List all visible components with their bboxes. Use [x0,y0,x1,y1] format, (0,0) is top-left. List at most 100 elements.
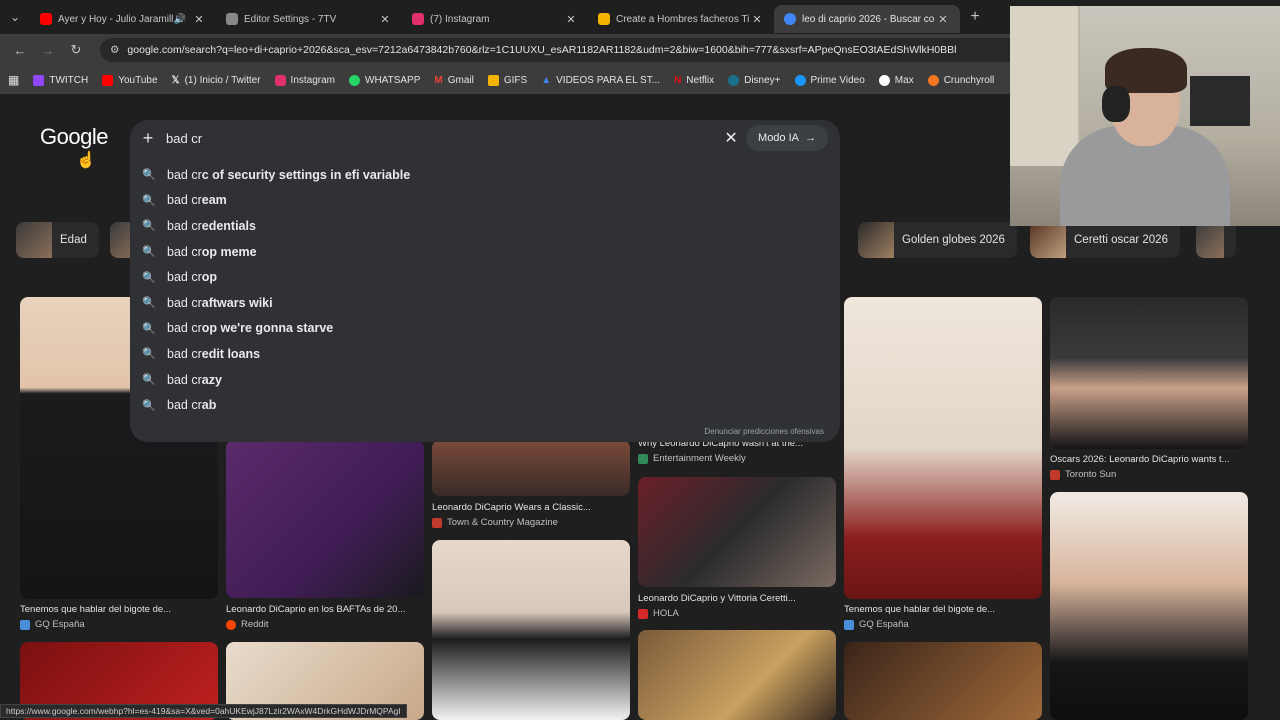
webcam-headphones [1102,86,1130,122]
chip-thumbnail [858,222,894,258]
suggestion-item[interactable]: 🔍 bad cr ab [130,392,840,418]
source-label: GQ España [35,619,85,630]
forward-arrow-icon[interactable]: → [34,43,62,58]
bookmark-twitch[interactable]: TWITCH [33,74,88,86]
suggestion-completion: op [201,270,218,285]
result-image[interactable] [432,440,630,496]
close-tab-icon[interactable]: ✕ [378,13,392,26]
reload-icon[interactable]: ↻ [62,42,90,58]
apps-grid-icon[interactable]: ▦ [8,73,19,87]
chip-thumbnail [1196,222,1224,258]
suggestion-item[interactable]: 🔍 bad cr eam [130,188,840,214]
bookmark-whatsapp[interactable]: WHATSAPP [349,74,420,86]
result-source[interactable]: HOLA [638,608,679,619]
bookmark-twitter[interactable]: 𝕏 (1) Inicio / Twitter [172,75,261,86]
back-arrow-icon[interactable]: ← [6,43,34,58]
result-image[interactable] [844,297,1042,599]
report-predictions-link[interactable]: Denunciar predicciones ofensivas [704,427,824,436]
gmail-icon: M [434,74,443,86]
bookmark-crunchyroll[interactable]: Crunchyroll [927,74,994,86]
suggestion-completion: edentials [201,218,256,233]
search-box[interactable]: + bad cr ✕ Modo IA → [130,120,840,156]
search-input[interactable]: bad cr [166,131,716,146]
result-image[interactable] [1050,297,1248,449]
close-tab-icon[interactable]: ✕ [192,13,206,26]
source-favicon-icon [638,608,648,619]
result-source[interactable]: Town & Country Magazine [432,517,558,528]
suggestion-item[interactable]: 🔍 bad cr azy [130,367,840,393]
suggestion-item[interactable]: 🔍 bad cr op meme [130,239,840,265]
autocomplete-dropdown: 🔍 bad cr c of security settings in efi var… [130,156,840,442]
speaker-icon[interactable]: 🔊 [174,14,186,25]
site-info-icon[interactable]: ⚙ [110,44,119,56]
result-source[interactable]: Entertainment Weekly [638,453,746,464]
result-image[interactable] [638,630,836,720]
bookmark-label: Prime Video [810,74,865,86]
result-image[interactable] [432,540,630,720]
result-caption[interactable]: Leonardo DiCaprio en los BAFTAs de 20... [226,604,424,615]
result-caption[interactable]: Leonardo DiCaprio y Vittoria Ceretti... [638,593,836,604]
result-source[interactable]: GQ España [20,619,85,630]
result-caption[interactable]: Leonardo DiCaprio Wears a Classic... [432,502,630,513]
browser-tab[interactable]: Create a Hombres facheros Ti ✕ [588,5,774,33]
result-caption[interactable]: Oscars 2026: Leonardo DiCaprio wants t..… [1050,454,1248,465]
webcam-overlay [1010,6,1280,226]
chip-golden-globes[interactable]: Golden globes 2026 [858,222,1017,258]
result-caption[interactable]: Tenemos que hablar del bigote de... [20,604,218,615]
browser-tab[interactable]: Ayer y Hoy - Julio Jaramill 🔊 ✕ [30,5,216,33]
search-icon: 🔍 [142,322,156,335]
result-image[interactable] [1050,492,1248,720]
bookmark-prime[interactable]: Prime Video [794,74,865,86]
result-source[interactable]: Reddit [226,619,268,630]
ai-mode-label: Modo IA [758,132,799,144]
bookmark-max[interactable]: Max [878,74,914,86]
result-source[interactable]: Toronto Sun [1050,469,1116,480]
source-favicon-icon [432,517,442,528]
browser-tab-active[interactable]: leo di caprio 2026 - Buscar co ✕ [774,5,960,33]
result-image[interactable] [844,642,1042,720]
bookmark-youtube[interactable]: YouTube [102,74,158,86]
suggestion-item[interactable]: 🔍 bad cr edentials [130,213,840,239]
close-tab-icon[interactable]: ✕ [936,13,950,26]
plus-icon[interactable]: + [130,128,166,149]
suggestion-item[interactable]: 🔍 bad cr op we're gonna starve [130,316,840,342]
suggestion-completion: op meme [201,244,257,259]
bookmark-gmail[interactable]: M Gmail [434,75,473,86]
suggestion-completion: azy [201,372,222,387]
suggestion-prefix: bad cr [167,372,202,387]
search-icon: 🔍 [142,271,156,284]
suggestion-item[interactable]: 🔍 bad cr op [130,264,840,290]
chip-partial-right[interactable] [1196,222,1236,258]
close-tab-icon[interactable]: ✕ [750,13,764,26]
chip-ceretti[interactable]: Ceretti oscar 2026 [1030,222,1180,258]
clear-search-icon[interactable]: ✕ [716,128,746,148]
result-image[interactable] [226,440,424,598]
source-label: HOLA [653,608,679,619]
suggestion-item[interactable]: 🔍 bad cr c of security settings in efi var… [130,162,840,188]
browser-tab[interactable]: (7) Instagram ✕ [402,5,588,33]
search-icon: 🔍 [142,220,156,233]
ai-mode-button[interactable]: Modo IA → [746,125,828,151]
suggestion-prefix: bad cr [167,167,202,182]
suggestion-item[interactable]: 🔍 bad cr edit loans [130,341,840,367]
bookmark-netflix[interactable]: N Netflix [674,75,714,86]
chip-edad[interactable]: Edad [16,222,99,258]
search-icon: 🔍 [142,194,156,207]
result-caption[interactable]: Tenemos que hablar del bigote de... [844,604,1042,615]
bookmark-disney[interactable]: Disney+ [728,74,781,86]
youtube-icon [102,74,114,86]
new-tab-icon[interactable]: + [960,8,990,26]
suggestion-item[interactable]: 🔍 bad cr aftwars wiki [130,290,840,316]
result-image[interactable] [638,477,836,587]
bookmark-instagram[interactable]: Instagram [274,74,335,86]
source-label: Entertainment Weekly [653,453,746,464]
google-logo[interactable]: Google [40,124,108,150]
bookmark-gifs[interactable]: GIFS [487,74,527,86]
source-favicon-icon [638,453,648,464]
bookmark-videos[interactable]: ▲ VIDEOS PARA EL ST... [541,75,660,86]
suggestion-prefix: bad cr [167,270,202,285]
browser-tab[interactable]: Editor Settings - 7TV ✕ [216,5,402,33]
tab-search-chevron-icon[interactable]: ⌄ [0,10,30,24]
result-source[interactable]: GQ España [844,619,909,630]
close-tab-icon[interactable]: ✕ [564,13,578,26]
